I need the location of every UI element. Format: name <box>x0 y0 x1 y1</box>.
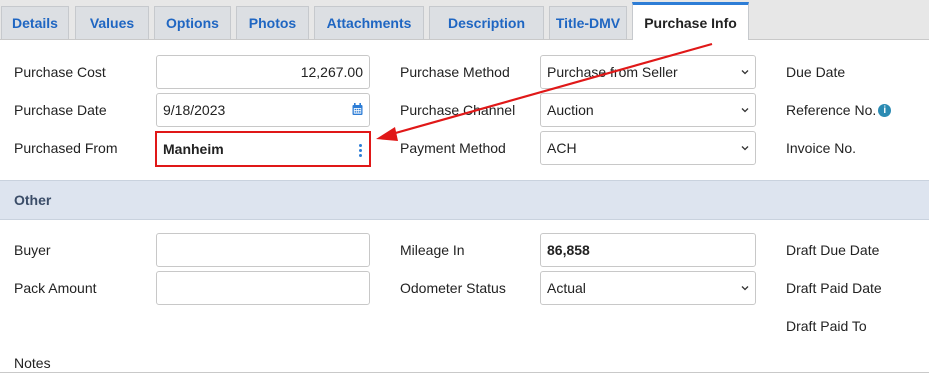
draft-paid-date-label: Draft Paid Date <box>786 280 882 296</box>
pack-amount-input[interactable] <box>156 271 370 305</box>
tab-options[interactable]: Options <box>154 6 231 39</box>
tab-attachments[interactable]: Attachments <box>314 6 424 39</box>
chevron-down-icon <box>741 146 749 151</box>
chevron-down-icon <box>741 108 749 113</box>
purchase-channel-label: Purchase Channel <box>400 102 516 118</box>
tab-description[interactable]: Description <box>429 6 544 39</box>
purchase-cost-value: 12,267.00 <box>300 64 363 80</box>
purchased-from-label: Purchased From <box>14 140 118 156</box>
purchase-channel-value: Auction <box>547 102 594 118</box>
payment-method-value: ACH <box>547 140 577 156</box>
reference-no-text: Reference No. <box>786 102 877 118</box>
mileage-in-value: 86,858 <box>547 242 590 258</box>
purchase-method-label: Purchase Method <box>400 64 510 80</box>
invoice-no-label: Invoice No. <box>786 140 857 156</box>
purchased-from-value: Manheim <box>163 141 224 157</box>
pack-amount-label: Pack Amount <box>14 280 97 296</box>
purchase-method-select[interactable]: Purchase from Seller <box>540 55 756 89</box>
due-date-label: Due Date <box>786 64 846 80</box>
payment-method-label: Payment Method <box>400 140 506 156</box>
divider <box>0 372 929 373</box>
purchase-cost-label: Purchase Cost <box>14 64 106 80</box>
purchased-from-input[interactable]: Manheim <box>155 131 371 167</box>
odometer-status-value: Actual <box>547 280 586 296</box>
tab-bar: Details Values Options Photos Attachment… <box>0 0 929 40</box>
buyer-input[interactable] <box>156 233 370 267</box>
info-icon[interactable]: i <box>878 103 892 117</box>
odometer-status-label: Odometer Status <box>400 280 506 296</box>
tab-photos[interactable]: Photos <box>236 6 309 39</box>
draft-due-date-label: Draft Due Date <box>786 242 880 258</box>
purchase-method-value: Purchase from Seller <box>547 64 678 80</box>
chevron-down-icon <box>741 70 749 75</box>
tab-purchase-info[interactable]: Purchase Info <box>632 2 749 40</box>
mileage-in-label: Mileage In <box>400 242 465 258</box>
notes-label: Notes <box>14 355 51 371</box>
other-section-header: Other <box>0 180 929 220</box>
purchase-date-input[interactable]: 9/18/2023 <box>156 93 370 127</box>
purchase-date-value: 9/18/2023 <box>163 102 226 118</box>
chevron-down-icon <box>741 286 749 291</box>
kebab-menu-icon[interactable] <box>359 144 363 159</box>
arrow-head <box>376 127 398 141</box>
calendar-icon[interactable] <box>352 103 363 116</box>
purchase-cost-input[interactable]: 12,267.00 <box>156 55 370 89</box>
draft-paid-to-label: Draft Paid To <box>786 318 867 334</box>
payment-method-select[interactable]: ACH <box>540 131 756 165</box>
mileage-in-input[interactable]: 86,858 <box>540 233 756 267</box>
reference-no-label: Reference No. i <box>786 102 892 118</box>
other-section-title: Other <box>14 192 52 208</box>
purchase-date-label: Purchase Date <box>14 102 107 118</box>
tab-details[interactable]: Details <box>1 6 69 39</box>
tab-title-dmv[interactable]: Title-DMV <box>549 6 627 39</box>
tab-values[interactable]: Values <box>75 6 149 39</box>
odometer-status-select[interactable]: Actual <box>540 271 756 305</box>
purchase-channel-select[interactable]: Auction <box>540 93 756 127</box>
buyer-label: Buyer <box>14 242 51 258</box>
